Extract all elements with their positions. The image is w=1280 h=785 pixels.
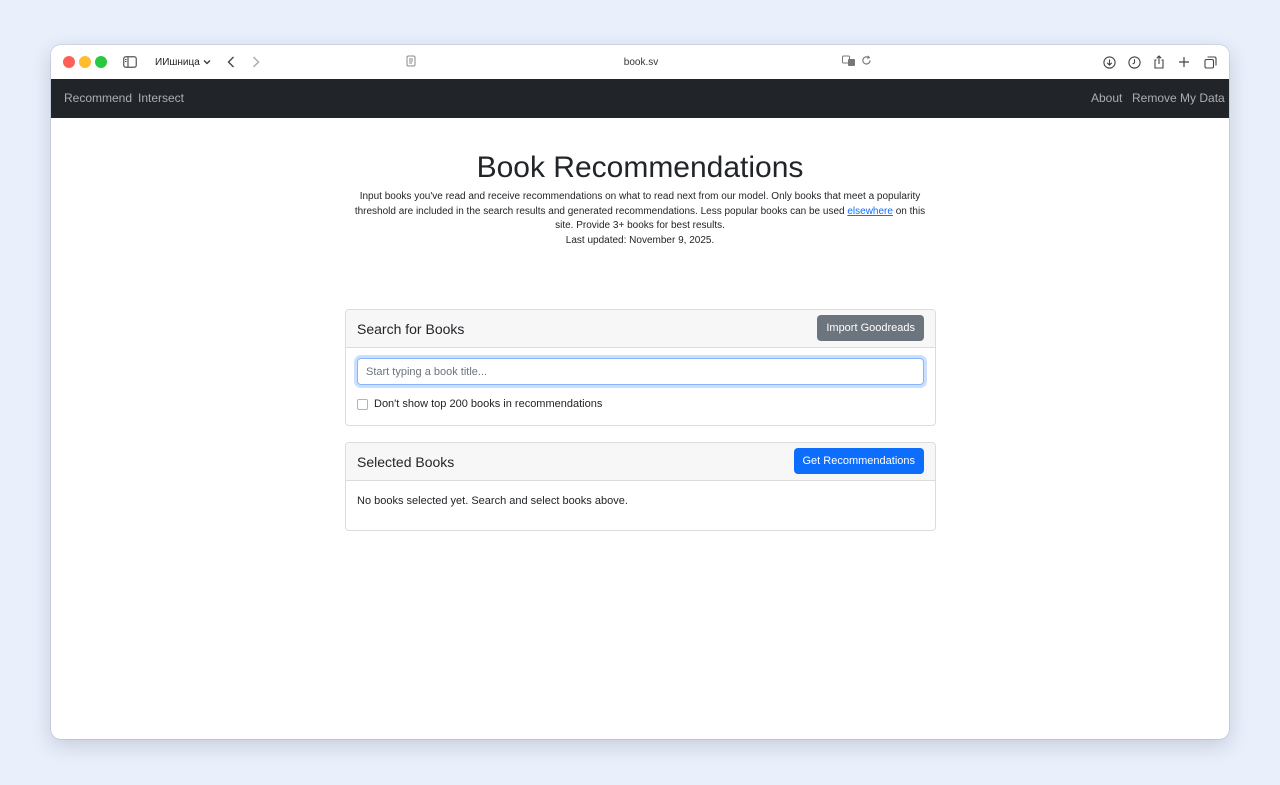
book-search-input[interactable] — [357, 358, 924, 385]
search-card: Search for Books Import Goodreads Don't … — [345, 309, 936, 426]
exclude-top-books-label: Don't show top 200 books in recommendati… — [374, 398, 603, 410]
search-card-title: Search for Books — [357, 321, 465, 337]
new-tab-icon[interactable] — [1175, 53, 1193, 71]
close-window-button[interactable] — [63, 56, 75, 68]
sidebar-toggle-icon[interactable] — [121, 53, 139, 71]
selected-books-body: No books selected yet. Search and select… — [346, 481, 935, 530]
empty-selection-message: No books selected yet. Search and select… — [357, 495, 628, 507]
intro-text-part1: Input books you've read and receive reco… — [354, 191, 921, 217]
get-recommendations-button[interactable]: Get Recommendations — [793, 448, 924, 474]
nav-link-remove-my-data[interactable]: Remove My Data — [1132, 91, 1225, 105]
nav-link-intersect[interactable]: Intersect — [138, 91, 184, 105]
nav-link-about[interactable]: About — [1091, 91, 1122, 105]
chevron-down-icon — [203, 60, 211, 65]
exclude-top-books-option[interactable]: Don't show top 200 books in recommendati… — [357, 398, 602, 410]
import-goodreads-button[interactable]: Import Goodreads — [817, 315, 924, 341]
search-card-body: Don't show top 200 books in recommendati… — [346, 348, 935, 425]
url-text: book.sv — [623, 56, 659, 68]
browser-window: ИИшница book.sv Recommend Intersect Abou… — [51, 45, 1229, 739]
minimize-window-button[interactable] — [79, 56, 91, 68]
profile-switcher[interactable]: ИИшница — [155, 54, 211, 70]
selected-books-header: Selected Books Get Recommendations — [346, 443, 935, 481]
profile-label: ИИшница — [155, 56, 200, 68]
history-icon[interactable] — [1125, 53, 1143, 71]
selected-books-title: Selected Books — [357, 454, 455, 470]
tab-overview-icon[interactable] — [1201, 53, 1219, 71]
last-updated-text: Last updated: November 9, 2025. — [565, 234, 715, 246]
downloads-icon[interactable] — [1100, 53, 1118, 71]
reload-icon[interactable] — [861, 55, 872, 69]
back-icon[interactable] — [222, 53, 240, 71]
exclude-top-books-checkbox[interactable] — [357, 398, 368, 410]
site-settings-icon[interactable] — [406, 55, 416, 70]
nav-link-recommend[interactable]: Recommend — [64, 91, 132, 105]
elsewhere-link[interactable]: elsewhere — [847, 206, 893, 217]
address-bar[interactable]: book.sv — [396, 51, 886, 73]
intro-text: Input books you've read and receive reco… — [351, 190, 929, 248]
share-icon[interactable] — [1150, 53, 1168, 71]
forward-icon[interactable] — [247, 53, 265, 71]
page-title: Book Recommendations — [476, 151, 804, 184]
search-card-header: Search for Books Import Goodreads — [346, 310, 935, 348]
translate-icon[interactable] — [842, 55, 856, 70]
site-navbar: Recommend Intersect About Remove My Data — [51, 79, 1229, 118]
browser-toolbar: ИИшница book.sv — [51, 45, 1229, 79]
maximize-window-button[interactable] — [95, 56, 107, 68]
selected-books-card: Selected Books Get Recommendations No bo… — [345, 442, 936, 531]
